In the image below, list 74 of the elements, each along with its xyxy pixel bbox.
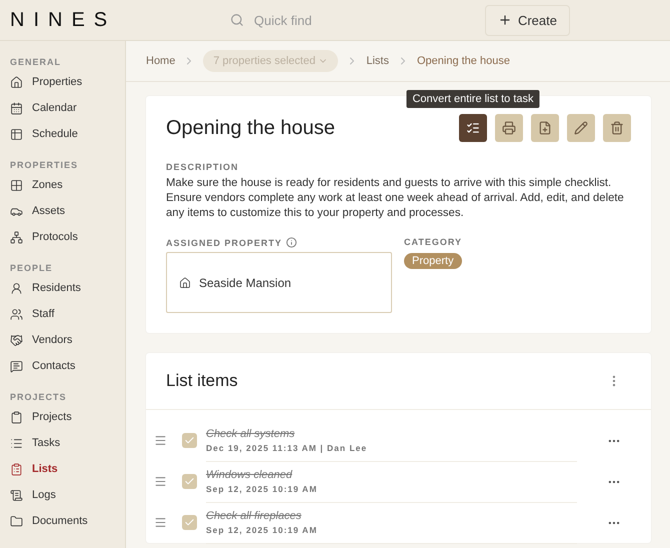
section-title: PEOPLE [10,263,54,275]
sidebar-item[interactable]: Lists [10,456,125,482]
file-plus-icon [538,121,552,135]
sidebar-icon [10,514,23,528]
tooltip: Convert entire list to task [406,90,540,108]
edit-button[interactable] [567,114,595,142]
field-label: CATEGORY [404,237,462,247]
item-meta: Sep 12, 2025 10:19 AM [206,484,318,494]
sidebar-icon [10,230,23,244]
sidebar-item[interactable]: Contacts [10,353,125,379]
sidebar-icon [10,178,23,192]
item-title: Check all fireplaces [206,510,302,522]
sidebar-item[interactable]: Zones [10,172,125,198]
house-icon [179,276,191,288]
sidebar-item[interactable]: Protocols [10,224,125,250]
trash-icon [610,121,624,135]
pencil-icon [574,121,588,135]
item-title: Check all systems [206,428,295,440]
breadcrumb-link[interactable]: Home [146,55,176,67]
list-title: Opening the house [166,116,336,140]
sidebar-item[interactable]: Staff [10,301,125,327]
field-label: DESCRIPTION [166,162,239,172]
info-icon[interactable] [286,237,298,248]
sidebar-item[interactable]: Logs [10,482,125,508]
sidebar-icon [10,76,23,88]
section-title: PROPERTIES [10,160,80,172]
printer-icon [502,121,516,135]
checkbox[interactable] [182,433,197,448]
drag-handle-icon[interactable] [154,475,167,488]
item-title: Windows cleaned [206,468,292,480]
drag-handle-icon[interactable] [154,516,167,529]
check-icon [184,476,195,487]
sidebar-icon [10,360,23,372]
checklist-icon [466,121,480,135]
sidebar-item[interactable]: Calendar [10,95,125,121]
create-button[interactable]: Create [484,4,570,36]
description-text: Make sure the house is ready for residents and guests to arrive with this simple checklist. Ensure vendors complete any work at least one week ahead of arrival. Add, edit, and delete any items to customize this to your property and processes. [166,176,625,221]
sidebar-icon [10,128,23,140]
breadcrumb-link[interactable]: Lists [366,55,389,67]
logo: NINES [10,8,118,32]
sidebar-icon [10,410,23,424]
sidebar-item[interactable]: Documents [10,508,125,534]
sidebar-item[interactable]: Projects [10,404,125,430]
delete-button[interactable] [603,114,631,142]
check-icon [184,435,195,446]
section-heading: List items [166,371,238,391]
drag-handle-icon[interactable] [154,434,167,447]
search-icon [230,13,244,27]
print-button[interactable] [495,114,523,142]
item-meta: Sep 12, 2025 10:19 AM [206,524,318,534]
sidebar-icon [10,102,23,114]
sidebar-item[interactable]: Tasks [10,430,125,456]
field-label: ASSIGNED PROPERTY [166,238,282,248]
sidebar-icon [10,334,23,346]
check-icon [184,517,195,528]
sidebar-icon [10,308,23,320]
sidebar-item[interactable]: Residents [10,275,125,301]
section-title: GENERAL [10,57,62,69]
sidebar-item[interactable]: Schedule [10,121,125,147]
checkbox[interactable] [182,474,197,489]
plus-icon [498,13,512,27]
section-title: PROJECTS [10,392,68,404]
sidebar-icon [10,282,23,294]
sidebar-icon [10,488,23,502]
sidebar-icon [10,462,23,476]
category-tag: Property [404,253,462,269]
breadcrumb-current: Opening the house [416,55,510,67]
item-meta: Dec 19, 2025 11:13 AM | Dan Lee [206,442,368,452]
checkbox[interactable] [182,515,197,530]
add-file-button[interactable] [531,114,559,142]
assigned-property-field[interactable]: Seaside Mansion [166,252,392,313]
sidebar-item[interactable]: Properties [10,69,125,95]
sidebar-item[interactable]: Assets [10,198,125,224]
sidebar-item[interactable]: Vendors [10,327,125,353]
